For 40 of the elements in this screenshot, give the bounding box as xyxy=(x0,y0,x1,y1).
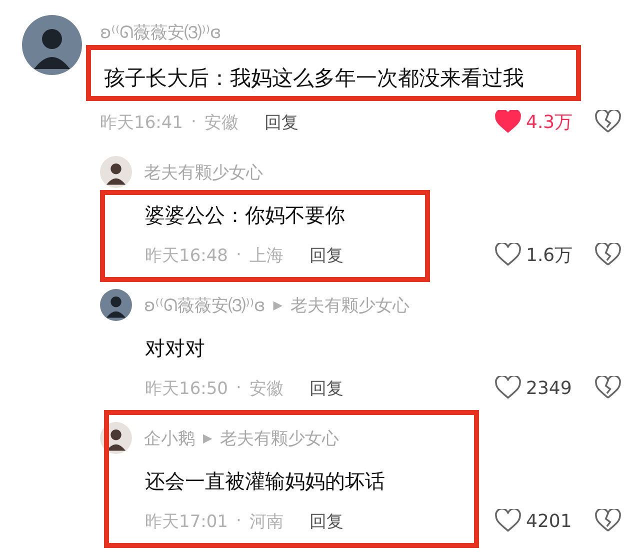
location: 安徽 xyxy=(204,112,238,134)
reply-button[interactable]: 回复 xyxy=(264,110,298,134)
separator-dot: · xyxy=(236,245,242,265)
reply-arrow: ▶ xyxy=(273,298,283,312)
comment-text: 孩子长大后：我妈这么多年一次都没来看过我 xyxy=(103,65,525,92)
broken-heart-icon[interactable] xyxy=(595,376,621,400)
comment-time: 昨天17:01 xyxy=(145,510,228,532)
like-count: 4.3万 xyxy=(526,111,573,134)
comment-time: 昨天16:50 xyxy=(145,378,228,400)
heart-icon[interactable] xyxy=(495,376,521,400)
comment-text: 对对对 xyxy=(145,335,206,362)
reply-button[interactable]: 回复 xyxy=(309,244,344,266)
like-count: 1.6万 xyxy=(526,244,573,267)
separator-dot: · xyxy=(236,511,242,531)
reply-target-username[interactable]: 老夫有颗少女心 xyxy=(220,426,340,450)
broken-heart-icon[interactable] xyxy=(595,509,621,533)
username[interactable]: 老夫有颗少女心 xyxy=(144,160,263,184)
like-count: 2349 xyxy=(526,378,572,398)
separator-dot: · xyxy=(191,112,196,132)
broken-heart-icon[interactable] xyxy=(595,110,621,134)
comment-time: 昨天16:48 xyxy=(145,244,228,266)
username[interactable]: 企小鹅 xyxy=(144,426,195,450)
heart-icon[interactable] xyxy=(495,110,521,134)
reply-button[interactable]: 回复 xyxy=(309,376,344,400)
username[interactable]: ʚ⁽⁽ᘏ薇薇安⑶⁾⁾ɞ xyxy=(100,23,222,43)
username[interactable]: ʚ⁽⁽ᘏ薇薇安⑶⁾⁾ɞ xyxy=(144,294,266,316)
comment-time: 昨天16:41 xyxy=(100,112,183,134)
comment-text: 婆婆公公：你妈不要你 xyxy=(145,202,346,229)
location: 河南 xyxy=(249,510,284,532)
heart-icon[interactable] xyxy=(495,243,521,267)
reply-button[interactable]: 回复 xyxy=(309,510,344,532)
broken-heart-icon[interactable] xyxy=(595,243,621,267)
separator-dot: · xyxy=(236,378,242,398)
reply-arrow: ▶ xyxy=(203,431,212,445)
comment-text: 还会一直被灌输妈妈的坏话 xyxy=(145,468,386,495)
location: 上海 xyxy=(249,244,284,266)
like-count: 4201 xyxy=(526,510,572,532)
reply-target-username[interactable]: 老夫有颗少女心 xyxy=(290,294,410,316)
heart-icon[interactable] xyxy=(495,509,521,533)
location: 安徽 xyxy=(249,378,284,400)
